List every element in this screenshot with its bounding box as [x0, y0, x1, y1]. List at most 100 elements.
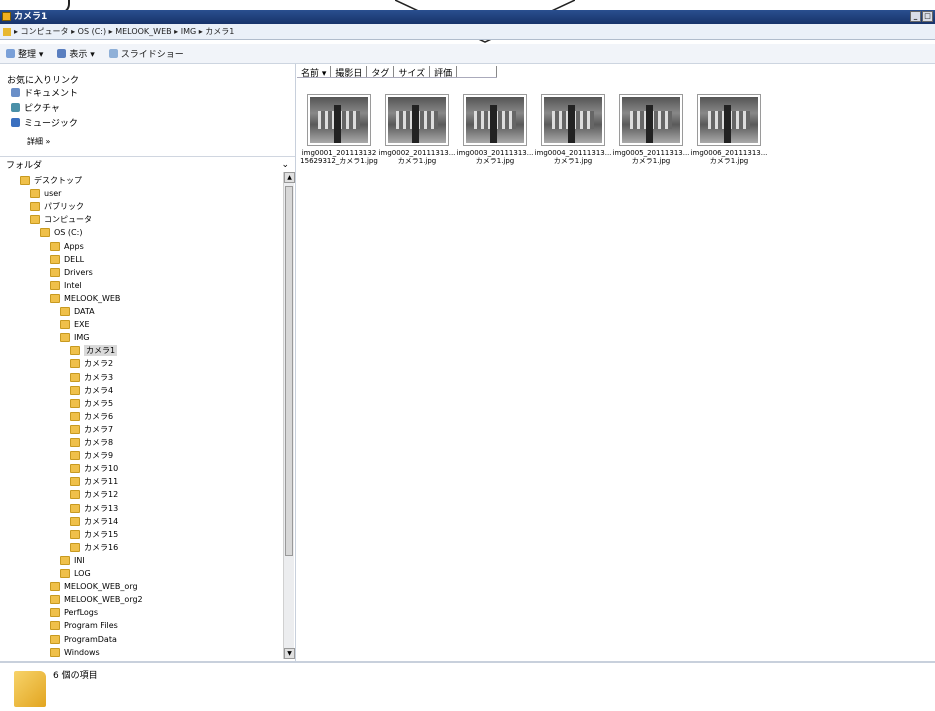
tree-node-label: デスクトップ	[34, 176, 82, 185]
tree-node-label: カメラ15	[84, 529, 119, 539]
folder-icon	[70, 359, 80, 369]
tree-node-label: Intel	[64, 280, 82, 290]
file-item[interactable]: img0004_20111313... カメラ1.jpg	[534, 94, 612, 165]
scroll-up-button[interactable]: ▲	[284, 172, 295, 183]
folder-icon	[2, 12, 11, 21]
organize-button[interactable]: 整理 ▾	[6, 47, 43, 60]
folders-header[interactable]: フォルダ ⌄	[0, 156, 295, 172]
tree-node[interactable]: Program Files	[50, 619, 118, 632]
tree-node[interactable]: カメラ16	[70, 541, 118, 554]
fav-music[interactable]: ミュージック	[11, 116, 78, 129]
tree-node[interactable]: OS (C:)	[40, 226, 82, 239]
tree-node[interactable]: カメラ7	[70, 423, 113, 436]
fav-documents[interactable]: ドキュメント	[11, 86, 78, 99]
image-thumbnail	[541, 94, 605, 146]
file-name: img0006_20111313... カメラ1.jpg	[690, 149, 768, 165]
file-item[interactable]: img0006_20111313... カメラ1.jpg	[690, 94, 768, 165]
organize-label: 整理 ▾	[18, 50, 44, 60]
tree-node[interactable]: カメラ5	[70, 397, 113, 410]
view-icon	[57, 49, 67, 58]
folder-icon	[60, 320, 70, 330]
window-title: カメラ1	[14, 12, 48, 22]
tree-node[interactable]: パブリック	[30, 200, 84, 213]
tree-node-label: ProgramData	[64, 634, 117, 644]
column-header[interactable]: タグ	[367, 66, 395, 79]
tree-node[interactable]: カメラ12	[70, 488, 118, 501]
tree-node[interactable]: カメラ9	[70, 449, 113, 462]
tree-node[interactable]: カメラ4	[70, 384, 113, 397]
tree-node[interactable]: DELL	[50, 253, 84, 266]
tree-node-label: カメラ1	[84, 345, 118, 357]
folder-icon	[50, 582, 60, 592]
folder-icon	[70, 398, 80, 408]
tree-node[interactable]: IMG	[60, 331, 89, 344]
column-header[interactable]: 名前 ▾	[297, 66, 332, 79]
tree-node[interactable]: MELOOK_WEB_org2	[50, 593, 143, 606]
title-bar[interactable]: カメラ1 _ □	[0, 10, 935, 24]
documents-icon	[11, 88, 20, 97]
tree-node[interactable]: Drivers	[50, 266, 93, 279]
tree-scrollbar[interactable]: ▲ ▼	[283, 172, 295, 659]
tree-node[interactable]: カメラ6	[70, 410, 113, 423]
file-item[interactable]: img0005_20111313... カメラ1.jpg	[612, 94, 690, 165]
tree-node[interactable]: INI	[60, 554, 85, 567]
view-label: 表示 ▾	[69, 50, 95, 60]
file-item[interactable]: img0003_20111313... カメラ1.jpg	[456, 94, 534, 165]
tree-node[interactable]: カメラ10	[70, 462, 118, 475]
tree-node[interactable]: カメラ3	[70, 371, 113, 384]
tree-node-label: カメラ14	[84, 516, 119, 526]
tree-node[interactable]: カメラ11	[70, 475, 118, 488]
minimize-button[interactable]: _	[910, 11, 921, 22]
tree-node[interactable]: MELOOK_WEB_org	[50, 580, 138, 593]
tree-node[interactable]: カメラ8	[70, 436, 113, 449]
tree-node[interactable]: Intel	[50, 279, 82, 292]
folder-icon	[50, 254, 60, 264]
file-item[interactable]: img0002_20111313... カメラ1.jpg	[378, 94, 456, 165]
tree-node[interactable]: user	[30, 187, 61, 200]
column-header[interactable]: 撮影日	[331, 66, 368, 79]
column-header[interactable]: 評価	[430, 66, 458, 79]
tree-node[interactable]: コンピュータ	[30, 213, 92, 226]
view-button[interactable]: 表示 ▾	[57, 47, 95, 60]
tree-node-label: EXE	[74, 320, 90, 330]
tree-node[interactable]: MELOOK_WEB	[50, 292, 120, 305]
file-name: img0005_20111313... カメラ1.jpg	[612, 149, 690, 165]
folder-icon	[70, 385, 80, 395]
details-link[interactable]: 詳細 »	[27, 136, 50, 147]
tree-node[interactable]: カメラ14	[70, 515, 118, 528]
address-path[interactable]: ▸ コンピュータ ▸ OS (C:) ▸ MELOOK_WEB ▸ IMG ▸ …	[14, 27, 234, 36]
maximize-button[interactable]: □	[922, 11, 933, 22]
slideshow-button[interactable]: スライドショー	[108, 47, 184, 60]
fav-pictures[interactable]: ピクチャ	[11, 101, 60, 114]
tree-node[interactable]: EXE	[60, 318, 90, 331]
folder-icon	[70, 529, 80, 539]
folder-icon	[60, 333, 70, 343]
tree-node[interactable]: DATA	[60, 305, 95, 318]
column-header[interactable]: サイズ	[394, 66, 431, 79]
tree-node-label: LOG	[74, 569, 91, 578]
scroll-thumb[interactable]	[285, 186, 293, 556]
tree-node[interactable]: デスクトップ	[20, 174, 82, 187]
tree-node-label: INI	[74, 555, 85, 565]
tree-node[interactable]: LOG	[60, 567, 91, 580]
tree-node[interactable]: カメラ2	[70, 357, 113, 370]
tree-node-label: カメラ2	[84, 359, 114, 369]
tree-node[interactable]: Apps	[50, 240, 84, 253]
tree-node-label: カメラ12	[84, 490, 119, 500]
tree-node[interactable]: Windows	[50, 646, 100, 659]
file-item[interactable]: img0001_20111313215629312_カメラ1.jpg	[300, 94, 378, 165]
tree-node-label: カメラ13	[84, 503, 119, 513]
tree-node[interactable]: カメラ1	[70, 344, 118, 357]
tree-node[interactable]: カメラ13	[70, 502, 118, 515]
chevron-down-icon: ⌄	[281, 159, 289, 170]
address-bar[interactable]: ▸ コンピュータ ▸ OS (C:) ▸ MELOOK_WEB ▸ IMG ▸ …	[0, 24, 935, 40]
folders-title: フォルダ	[6, 161, 43, 171]
tree-node[interactable]: カメラ15	[70, 528, 118, 541]
scroll-down-button[interactable]: ▼	[284, 648, 295, 659]
tree-node[interactable]: ProgramData	[50, 633, 117, 646]
folder-icon	[50, 267, 60, 277]
folder-icon	[70, 490, 80, 500]
folder-icon	[50, 293, 60, 303]
tree-node[interactable]: PerfLogs	[50, 606, 98, 619]
favorites-title: お気に入りリンク	[7, 76, 80, 86]
